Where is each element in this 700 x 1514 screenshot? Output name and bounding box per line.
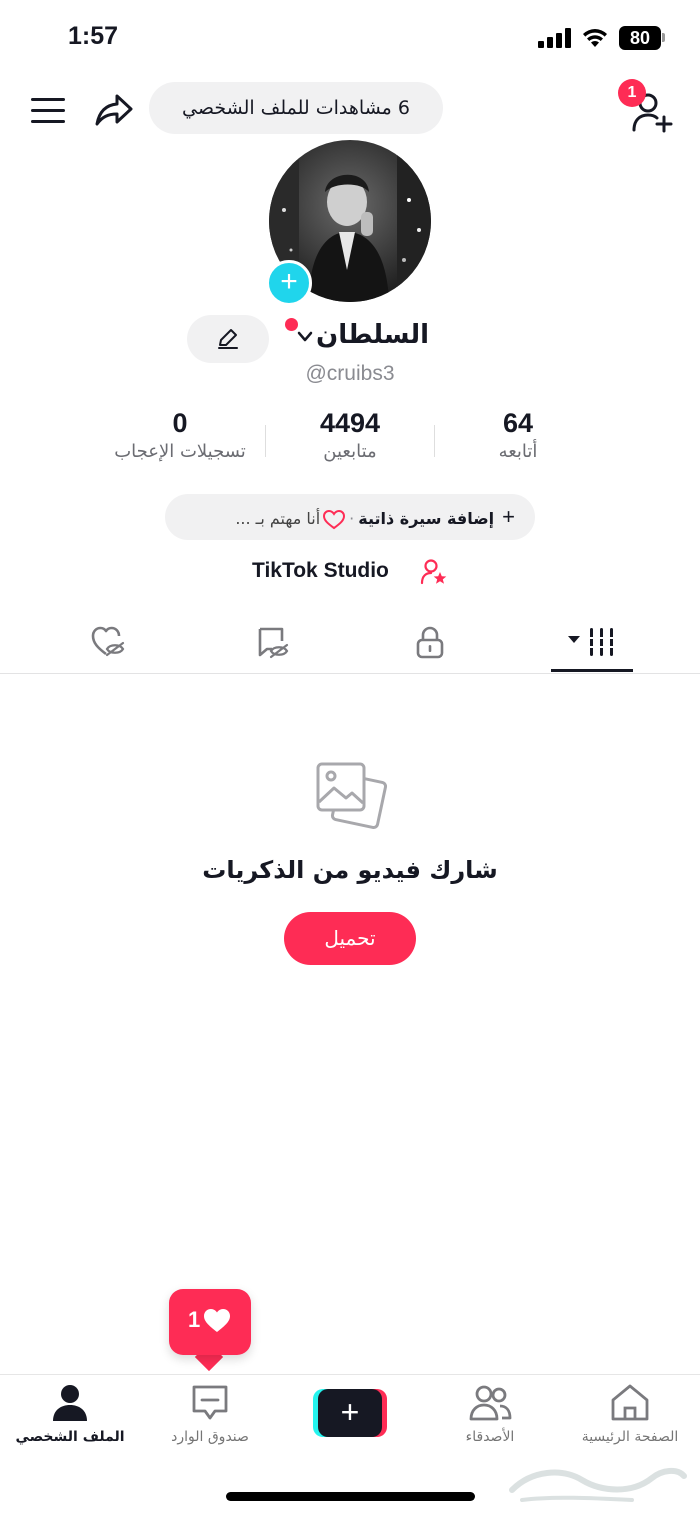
tab-liked[interactable] [38,610,178,674]
tiktok-studio-label: TikTok Studio [252,559,389,582]
stat-following[interactable]: 64 أتابعه [428,408,608,462]
stat-value: 4494 [319,408,381,438]
nav-friends[interactable]: الأصدقاء [420,1383,560,1453]
nav-label: الصفحة الرئيسية [581,1429,679,1445]
add-bio-label: إضافة سيرة ذاتية [358,509,495,528]
hidden-repost-icon [258,627,289,659]
pencil-icon [218,329,238,349]
tab-reposts[interactable] [202,610,342,674]
watermark-logo [509,1468,687,1502]
hamburger-menu-icon[interactable] [30,95,66,127]
username: @cruibs3 [305,362,395,385]
profile-views-pill[interactable]: 6 مشاهدات للملف الشخصي [149,82,443,134]
nav-profile[interactable]: الملف الشخصي [0,1383,140,1453]
chevron-down-icon[interactable] [296,330,314,344]
stat-likes[interactable]: 0 تسجيلات الإعجاب [90,408,270,462]
stat-value: 0 [172,408,188,438]
home-icon [611,1384,649,1421]
nav-inbox[interactable]: صندوق الوارد [140,1383,280,1453]
create-plus-button[interactable]: + [313,1389,387,1437]
stat-label: متابعين [323,441,377,462]
status-bar: 1:57 80 [0,0,700,78]
stat-followers[interactable]: 4494 متابعين [260,408,440,462]
friends-icon [469,1385,512,1421]
nav-label: الملف الشخصي [15,1429,125,1445]
likes-notification-bubble[interactable]: 1 [169,1289,251,1355]
stat-label: أتابعه [498,441,538,462]
share-arrow-icon[interactable] [94,90,134,130]
empty-state-title: شارك فيديو من الذكريات [202,856,498,884]
friend-request-badge: 1 [618,79,646,107]
inbox-icon [192,1385,228,1420]
plus-icon: + [502,504,515,529]
nav-label: الأصدقاء [465,1429,515,1445]
hidden-likes-icon [91,626,125,657]
likes-count: 1 [188,1307,201,1332]
active-tab-indicator [551,669,633,672]
heart-icon [204,1309,230,1332]
stat-label: تسجيلات الإعجاب [114,441,246,462]
stat-value: 64 [502,408,534,438]
tiktok-studio-link[interactable]: TikTok Studio [252,555,447,587]
photos-icon [316,762,388,830]
wifi-icon [583,29,607,47]
creator-star-icon [420,559,447,585]
home-indicator[interactable] [226,1492,475,1501]
tab-private[interactable] [360,610,500,674]
upload-button[interactable]: تحميل [284,912,416,965]
profile-tabs [0,610,700,674]
display-name[interactable]: السلطان [316,320,429,350]
edit-profile-button[interactable] [187,315,269,363]
create-plus-icon: + [318,1389,382,1437]
profile-icon [53,1385,87,1421]
cellular-signal-icon [538,28,571,48]
grid-videos-icon [568,628,616,656]
tab-videos[interactable] [522,610,662,674]
nav-home[interactable]: الصفحة الرئيسية [560,1383,700,1453]
status-time: 1:57 [68,22,119,50]
nav-label: صندوق الوارد [171,1429,249,1445]
add-bio-pill[interactable]: + إضافة سيرة ذاتية· أنا مهتم بـ ... [165,494,535,540]
battery-indicator: 80 [619,26,661,50]
bio-separator: · [349,509,355,528]
avatar-add-button[interactable]: + [266,260,312,306]
lock-icon [416,626,444,659]
heart-outline-icon [323,509,346,529]
battery-cap [662,33,665,42]
interests-label: أنا مهتم بـ ... [235,509,321,528]
